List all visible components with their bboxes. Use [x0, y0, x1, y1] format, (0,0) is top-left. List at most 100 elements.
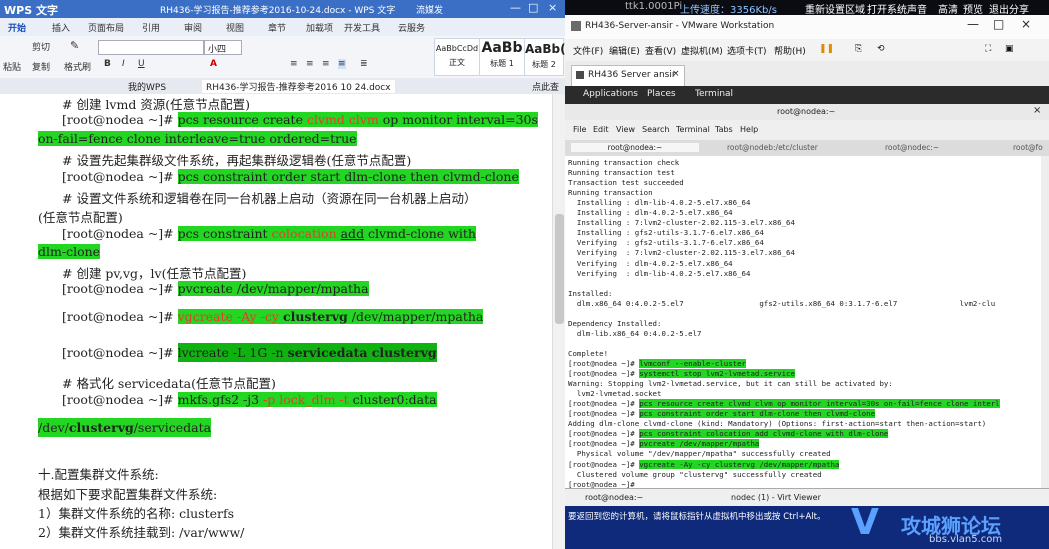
underline-button[interactable]: U [138, 59, 145, 69]
copy-button[interactable]: 复制 [32, 60, 50, 73]
term-tab[interactable]: root@nodeb:/etc/cluster [727, 143, 818, 152]
align-right-button[interactable]: ≡ [322, 59, 330, 69]
terminal-launcher[interactable]: Terminal [695, 89, 733, 99]
wps-document-page[interactable]: # 创建 lvmd 资源(任意节点配置) [root@nodea ~]# pcs… [0, 94, 552, 549]
term-menu-help[interactable]: Help [740, 125, 758, 134]
font-size-value: 小四 [208, 45, 227, 55]
term-menu-file[interactable]: File [573, 125, 586, 134]
watermark-logo-icon: V [851, 502, 879, 543]
menu-home[interactable]: 开始 [8, 21, 26, 34]
term-menu-edit[interactable]: Edit [593, 125, 609, 134]
vmware-close-icon[interactable]: × [1021, 17, 1031, 31]
terminal-line: Running transaction test [568, 168, 675, 178]
menu-page-layout[interactable]: 页面布局 [88, 21, 124, 34]
vm-tab-close-icon[interactable]: × [672, 69, 680, 79]
watermark: V 攻城狮论坛 bbs.vlan5.com [725, 502, 1045, 548]
vmware-maximize-icon[interactable]: □ [993, 17, 1004, 31]
menu-cloud[interactable]: 云服务 [398, 21, 425, 34]
minimize-icon[interactable]: — [510, 1, 521, 14]
preview-button[interactable]: 预览 [963, 1, 983, 16]
tab-my-wps[interactable]: 我的WPS [128, 80, 166, 93]
cut-button[interactable]: 剪切 [32, 40, 50, 53]
doc-line: 根据如下要求配置集群文件系统: [38, 487, 218, 502]
tab-more[interactable]: 点此查 [532, 80, 559, 93]
paste-button[interactable]: 粘贴 [3, 60, 21, 73]
fullscreen-icon[interactable]: ⛶ [985, 44, 991, 54]
terminal-scrollbar[interactable] [1041, 156, 1049, 488]
term-menu-view[interactable]: View [616, 125, 635, 134]
wps-vertical-scrollbar[interactable] [552, 94, 565, 549]
hd-button[interactable]: 高清 [938, 1, 958, 16]
term-menu-tabs[interactable]: Tabs [715, 125, 733, 134]
justify-button[interactable]: ≡ [338, 59, 346, 69]
taskbar-item-virt-viewer[interactable]: nodec (1) - Virt Viewer [731, 493, 821, 502]
unity-icon[interactable]: ▣ [1005, 44, 1014, 54]
terminal-line: Installing : 7:lvm2-cluster-2.02.115-3.e… [568, 218, 795, 228]
applications-menu[interactable]: Applications [583, 89, 638, 99]
doc-heading: 十.配置集群文件系统: [38, 467, 159, 482]
menu-developer[interactable]: 开发工具 [344, 21, 380, 34]
wps-doc-tabs: 我的WPS RH436-学习报告-推荐参考2016 10 24.docx 点此查 [0, 78, 565, 95]
doc-line: on-fail=fence clone interleave=true orde… [38, 131, 357, 146]
wps-app-title[interactable]: WPS 文字 [4, 2, 58, 18]
wps-title-extra: 流媒发 [416, 6, 444, 16]
exit-share-button[interactable]: 退出分享 [989, 1, 1029, 16]
vm-menu-view[interactable]: 查看(V) [645, 44, 676, 57]
line-spacing-button[interactable]: ≣ [360, 59, 368, 69]
italic-button[interactable]: I [122, 59, 125, 69]
term-tab[interactable]: root@nodec:~ [885, 143, 939, 152]
brush-icon: ✎ [70, 39, 80, 52]
wps-doc-title: RH436-学习报告-推荐参考2016-10-24.docx - WPS 文字 [160, 6, 396, 16]
terminal-line: [root@nodea ~]# pvcreate /dev/mapper/mpa… [568, 439, 760, 449]
vm-menu-vm[interactable]: 虚拟机(M) [681, 44, 723, 57]
menu-section[interactable]: 章节 [268, 21, 286, 34]
vmware-minimize-icon[interactable]: — [967, 17, 979, 31]
pause-icon[interactable]: ❚❚ [819, 44, 834, 54]
term-tab[interactable]: root@nodea:~ [571, 143, 699, 152]
vm-menu-edit[interactable]: 编辑(E) [609, 44, 640, 57]
terminal-tabs: root@nodea:~ root@nodeb:/etc/cluster roo… [565, 140, 1049, 157]
doc-line: [root@nodea ~]# pcs resource create clvm… [62, 112, 538, 127]
menu-review[interactable]: 审阅 [184, 21, 202, 34]
snapshot-icon[interactable]: ⟲ [877, 44, 885, 54]
font-size-select[interactable]: 小四 [204, 40, 242, 55]
bold-button[interactable]: B [104, 59, 111, 69]
menu-addins[interactable]: 加载项 [306, 21, 333, 34]
style-normal[interactable]: AaBbCcDd 正文 [434, 38, 480, 76]
places-menu[interactable]: Places [647, 89, 676, 99]
menu-insert[interactable]: 插入 [52, 21, 70, 34]
open-sound-button[interactable]: 打开系统声音 [867, 1, 927, 16]
align-left-button[interactable]: ≡ [290, 59, 298, 69]
maximize-icon[interactable]: □ [528, 1, 538, 14]
align-center-button[interactable]: ≡ [306, 59, 314, 69]
doc-line: # 设置文件系统和逻辑卷在同一台机器上启动（资源在同一台机器上启动） [62, 191, 477, 206]
term-menu-search[interactable]: Search [642, 125, 669, 134]
style-heading2[interactable]: AaBb( 标题 2 [524, 38, 565, 76]
menu-view[interactable]: 视图 [226, 21, 244, 34]
style-normal-sample: AaBbCcDd [435, 44, 479, 53]
doc-line: [root@nodea ~]# mkfs.gfs2 -j3 -p lock_dl… [62, 392, 437, 407]
format-painter-button[interactable]: 格式刷 [64, 60, 91, 73]
taskbar-item-terminal[interactable]: root@nodea:~ [585, 493, 643, 502]
terminal-line: Installing : gfs2-utils-3.1.7-6.el7.x86_… [568, 228, 764, 238]
menu-references[interactable]: 引用 [142, 21, 160, 34]
font-name-select[interactable] [98, 40, 204, 55]
close-icon[interactable]: × [548, 1, 557, 14]
vm-tab-rh436[interactable]: RH436 Server ansir × [571, 65, 685, 87]
vm-menu-file[interactable]: 文件(F) [573, 44, 603, 57]
tab-document[interactable]: RH436-学习报告-推荐参考2016 10 24.docx [202, 80, 395, 93]
font-color-button[interactable]: A [210, 59, 217, 69]
term-menu-terminal[interactable]: Terminal [676, 125, 710, 134]
vm-menu-tabs[interactable]: 选项卡(T) [727, 44, 767, 57]
reset-region-button[interactable]: 重新设置区域 [805, 1, 865, 16]
terminal-output[interactable]: Running transaction check Running transac… [565, 156, 1041, 488]
send-ctrl-alt-del-icon[interactable]: ⎘ [855, 44, 862, 54]
terminal-menu-bar: File Edit View Search Terminal Tabs Help [565, 120, 1049, 141]
vm-menu-help[interactable]: 帮助(H) [774, 44, 806, 57]
scrollbar-thumb[interactable] [555, 214, 564, 324]
terminal-close-icon[interactable]: × [1033, 105, 1041, 116]
style-heading1[interactable]: AaBb 标题 1 [479, 38, 525, 76]
doc-line: [root@nodea ~]# lvcreate -L 1G -n servic… [62, 343, 437, 362]
term-tab[interactable]: root@fo [1013, 143, 1043, 152]
vmware-logo-icon [571, 21, 581, 31]
